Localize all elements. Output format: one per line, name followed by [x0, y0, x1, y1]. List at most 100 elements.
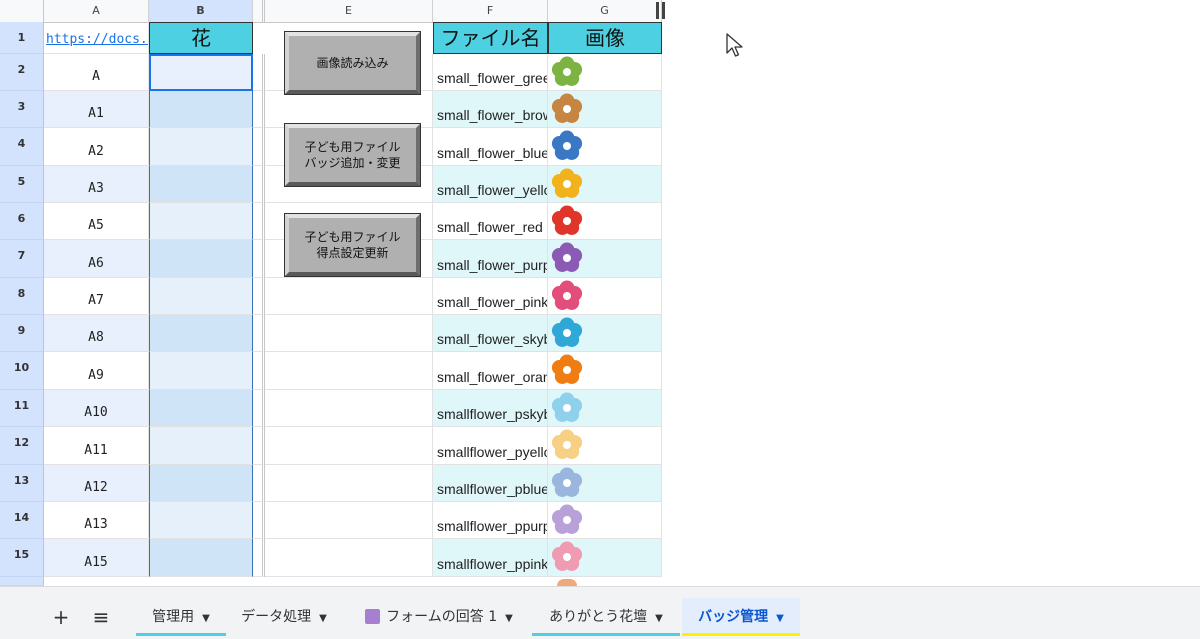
cell-a[interactable]: A11: [44, 427, 149, 465]
all-sheets-menu-icon[interactable]: ≡: [88, 598, 114, 636]
add-sheet-icon[interactable]: +: [48, 598, 74, 636]
row-header[interactable]: 8: [0, 278, 44, 315]
cell-f1-header[interactable]: ファイル名: [433, 22, 548, 54]
cell-b1-header[interactable]: 花: [149, 22, 253, 54]
cell-f-filename[interactable]: small_flower_blue: [433, 128, 548, 166]
cell-e[interactable]: [265, 502, 433, 539]
cell-a[interactable]: A13: [44, 502, 149, 539]
cell-f-filename[interactable]: smallflower_pskyblue: [433, 390, 548, 427]
cell-a[interactable]: A5: [44, 203, 149, 240]
column-header-b[interactable]: B: [149, 0, 253, 22]
cell-b[interactable]: [149, 390, 253, 427]
cell-f-filename[interactable]: smallflower_pyellow: [433, 427, 548, 465]
cell-f-filename[interactable]: small_flower_red: [433, 203, 548, 240]
cell-a[interactable]: A: [44, 54, 149, 91]
cell-e[interactable]: [265, 465, 433, 502]
row-header[interactable]: 13: [0, 465, 44, 502]
cell-b[interactable]: [149, 539, 253, 577]
hidden-columns-marker[interactable]: [253, 0, 265, 22]
cell-f-filename[interactable]: small_flower_skyblue: [433, 315, 548, 352]
load-images-button[interactable]: 画像読み込み: [284, 31, 421, 95]
cell-b[interactable]: [149, 465, 253, 502]
cell-a1[interactable]: https://docs.go: [44, 22, 149, 54]
cell-e[interactable]: [265, 539, 433, 577]
row-header[interactable]: 9: [0, 315, 44, 352]
column-resize-handle[interactable]: [656, 2, 659, 19]
tab-form-responses[interactable]: フォームの回答 1 ▼: [350, 598, 528, 636]
cell-b[interactable]: [149, 240, 253, 278]
cell-b[interactable]: [149, 427, 253, 465]
cell-f-filename[interactable]: small_flower_pink: [433, 278, 548, 315]
cell-a[interactable]: A10: [44, 390, 149, 427]
docs-link[interactable]: https://docs.go: [46, 32, 148, 47]
cell-spacer: [253, 166, 265, 203]
tab-arigatou-kadan[interactable]: ありがとう花壇 ▼: [532, 598, 680, 636]
row-header[interactable]: 5: [0, 166, 44, 203]
cell-e[interactable]: [265, 352, 433, 390]
tab-dropdown-icon[interactable]: ▼: [319, 613, 327, 624]
select-all-corner[interactable]: [0, 0, 44, 22]
cell-f-filename[interactable]: small_flower_brown: [433, 91, 548, 128]
row-header[interactable]: 3: [0, 91, 44, 128]
cell-a[interactable]: A2: [44, 128, 149, 166]
cell-f-filename[interactable]: smallflower_ppink: [433, 539, 548, 577]
cell-a[interactable]: A12: [44, 465, 149, 502]
cell-f-filename[interactable]: small_flower_yellow: [433, 166, 548, 203]
cell-e[interactable]: [265, 427, 433, 465]
column-header-g[interactable]: G: [548, 0, 662, 22]
cell-e[interactable]: [265, 315, 433, 352]
tab-data-shori[interactable]: データ処理 ▼: [228, 598, 340, 636]
cell-f-filename[interactable]: small_flower_purple: [433, 240, 548, 278]
column-header-a[interactable]: A: [44, 0, 149, 22]
cell-a[interactable]: A9: [44, 352, 149, 390]
flower-icon: [551, 242, 583, 272]
cell-a[interactable]: A6: [44, 240, 149, 278]
cell-b[interactable]: [149, 315, 253, 352]
row-header[interactable]: 1: [0, 22, 44, 54]
cell-a[interactable]: A8: [44, 315, 149, 352]
row-header[interactable]: 7: [0, 240, 44, 278]
cell-e[interactable]: [265, 278, 433, 315]
row-header[interactable]: [0, 577, 44, 586]
row-header[interactable]: 12: [0, 427, 44, 465]
tab-dropdown-icon[interactable]: ▼: [776, 613, 784, 624]
tab-dropdown-icon[interactable]: ▼: [655, 613, 663, 624]
cell-a[interactable]: A15: [44, 539, 149, 577]
cell-b[interactable]: [149, 166, 253, 203]
cell-f-filename[interactable]: small_flower_green: [433, 54, 548, 91]
cell-spacer: [253, 539, 265, 577]
cell-b[interactable]: [149, 203, 253, 240]
cell-a[interactable]: A7: [44, 278, 149, 315]
tab-badge-kanri[interactable]: バッジ管理 ▼: [682, 598, 800, 636]
cell-spacer: [253, 91, 265, 128]
row-header[interactable]: 10: [0, 352, 44, 390]
cell-b2-selected[interactable]: [149, 54, 253, 91]
row-header[interactable]: 14: [0, 502, 44, 539]
cell-f-filename[interactable]: smallflower_pblue: [433, 465, 548, 502]
cell-b[interactable]: [149, 91, 253, 128]
tab-kanriyou[interactable]: 管理用 ▼: [136, 598, 226, 636]
cell-f-filename[interactable]: smallflower_ppurple: [433, 502, 548, 539]
add-badge-button[interactable]: 子ども用ファイル バッジ追加・変更: [284, 123, 421, 187]
row-header[interactable]: 4: [0, 128, 44, 166]
row-header[interactable]: 15: [0, 539, 44, 577]
cell-a[interactable]: A3: [44, 166, 149, 203]
cell-f-filename[interactable]: small_flower_orange: [433, 352, 548, 390]
row-header[interactable]: 11: [0, 390, 44, 427]
cell-g1-header[interactable]: 画像: [548, 22, 662, 54]
tab-dropdown-icon[interactable]: ▼: [202, 613, 210, 624]
cell-e[interactable]: [265, 390, 433, 427]
update-score-button[interactable]: 子ども用ファイル 得点設定更新: [284, 213, 421, 277]
column-header-e[interactable]: E: [265, 0, 433, 22]
cell-e[interactable]: [265, 91, 433, 128]
row-header[interactable]: 6: [0, 203, 44, 240]
cell-a[interactable]: A1: [44, 91, 149, 128]
row-header[interactable]: 2: [0, 54, 44, 91]
tab-dropdown-icon[interactable]: ▼: [505, 613, 513, 624]
cell-b[interactable]: [149, 352, 253, 390]
cell-b[interactable]: [149, 278, 253, 315]
column-resize-handle-2[interactable]: [662, 2, 665, 19]
cell-b[interactable]: [149, 128, 253, 166]
cell-b[interactable]: [149, 502, 253, 539]
column-header-f[interactable]: F: [433, 0, 548, 22]
